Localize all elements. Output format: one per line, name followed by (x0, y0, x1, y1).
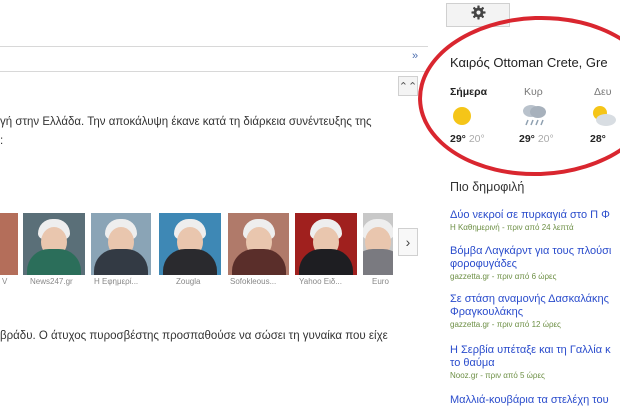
news-meta: gazzetta.gr - πριν από 12 ώρες (450, 320, 561, 329)
image-thumb-label: V (2, 277, 8, 286)
image-strip: V News247.gr Η Εφημερί... Zougla Sofokle… (0, 213, 420, 289)
thumb-decoration (163, 249, 217, 275)
image-thumb-4[interactable] (159, 213, 221, 275)
news-meta: Nooz.gr - πριν από 5 ώρες (450, 371, 545, 380)
image-thumb-7[interactable] (363, 213, 393, 275)
news-headline[interactable]: Σε στάση αναμονής Δασκαλάκης (450, 293, 609, 306)
news-headline[interactable]: Η Σερβία υπέταξε και τη Γαλλία κ (450, 344, 611, 357)
image-thumb-label: Yahoo Ειδ... (299, 277, 342, 286)
search-bar[interactable] (0, 46, 428, 72)
news-headline[interactable]: Μαλλιά-κουβάρια τα στελέχη του (450, 394, 609, 407)
image-thumb-label: Zougla (176, 277, 201, 286)
image-thumb-1[interactable] (0, 213, 18, 275)
image-thumb-6[interactable] (295, 213, 357, 275)
popular-title: Πιο δημοφιλή (450, 180, 525, 194)
highlight-annotation-circle (415, 11, 620, 181)
expand-icon[interactable]: » (412, 50, 418, 62)
image-thumb-label: News247.gr (30, 277, 73, 286)
thumb-decoration (27, 249, 81, 275)
image-thumb-3[interactable] (91, 213, 151, 275)
collapse-button[interactable]: ⌃⌃ (398, 76, 418, 96)
thumb-decoration (299, 249, 353, 275)
news-meta: Η Καθημερινή - πριν από 24 λεπτά (450, 223, 574, 232)
image-thumb-label: Euro (372, 277, 389, 286)
news-headline[interactable]: Δύο νεκροί σε πυρκαγιά στο Π Φ (450, 209, 610, 222)
image-thumb-5[interactable] (228, 213, 289, 275)
thumb-decoration (363, 249, 393, 275)
news-item[interactable]: Βόμβα Λαγκάρντ για τους πλούσι φοροφυγάδ… (450, 245, 611, 281)
news-item[interactable]: Δύο νεκροί σε πυρκαγιά στο Π Φ Η Καθημερ… (450, 209, 610, 232)
news-headline[interactable]: Βόμβα Λαγκάρντ για τους πλούσι (450, 245, 611, 258)
result-snippet-1: γή στην Ελλάδα. Την αποκάλυψη έκανε κατά… (0, 116, 372, 128)
result-snippet-2: βράδυ. Ο άτυχος πυροσβέστης προσπαθούσε … (0, 330, 388, 342)
news-item[interactable]: Η Σερβία υπέταξε και τη Γαλλία κ το θαύμ… (450, 344, 611, 380)
news-item[interactable]: Μαλλιά-κουβάρια τα στελέχη του (450, 394, 609, 407)
thumb-decoration (94, 249, 148, 275)
result-snippet-1-end: : (0, 135, 4, 147)
next-images-button[interactable]: › (398, 228, 418, 256)
news-headline-cont[interactable]: φοροφυγάδες (450, 258, 611, 271)
image-thumb-2[interactable] (23, 213, 85, 275)
news-headline-cont[interactable]: το θαύμα (450, 357, 611, 370)
thumb-decoration (231, 249, 286, 275)
image-thumb-label: Sofokleous... (230, 277, 277, 286)
news-headline-cont[interactable]: Φραγκουλάκης (450, 306, 609, 319)
image-thumb-label: Η Εφημερί... (94, 277, 139, 286)
gear-icon (470, 5, 486, 25)
news-item[interactable]: Σε στάση αναμονής Δασκαλάκης Φραγκουλάκη… (450, 293, 609, 329)
news-meta: gazzetta.gr - πριν από 6 ώρες (450, 272, 557, 281)
